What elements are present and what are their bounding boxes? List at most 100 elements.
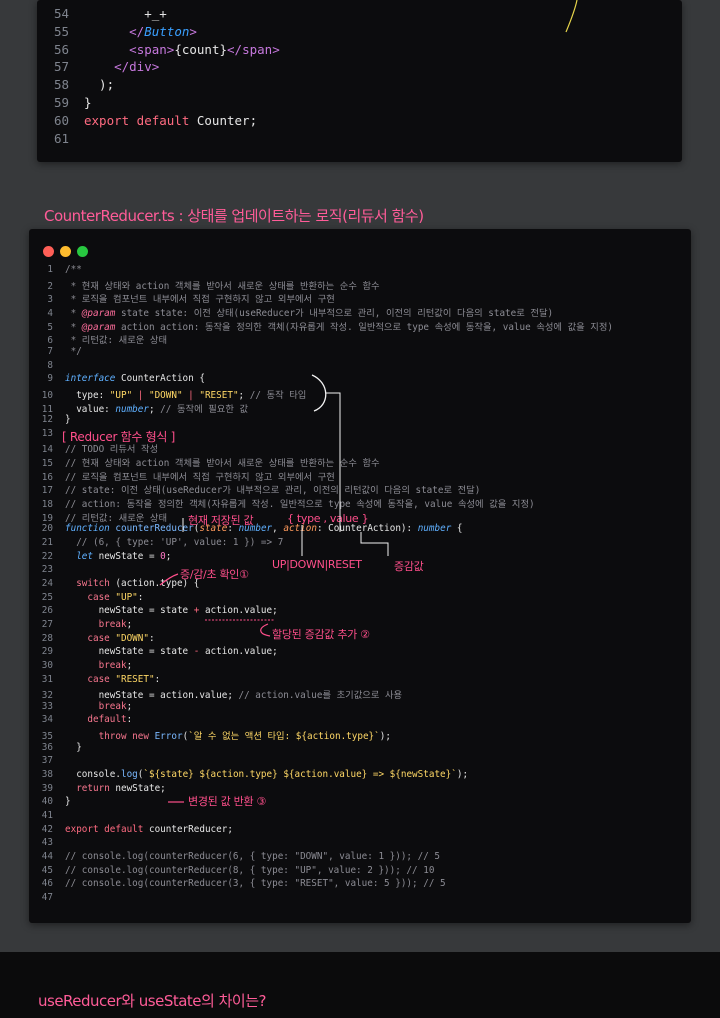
line-number: 10 <box>41 389 53 401</box>
code-token: > <box>272 41 280 57</box>
main-code-line-13: 13 <box>29 428 65 439</box>
code-token: * <box>65 307 82 319</box>
main-code-line-42: 42 export default counterReducer; <box>29 824 233 835</box>
code-token: newState = action.value; <box>65 690 239 702</box>
code-token: // 로직을 컴포넌트 내부에서 직접 구현하지 않고 외부에서 구현 <box>65 471 335 483</box>
code-token: } <box>65 741 82 753</box>
code-token: value: <box>65 403 116 415</box>
code-token: ; <box>126 618 133 630</box>
main-code-line-16: 16 // 로직을 컴포넌트 내부에서 직접 구현하지 않고 외부에서 구현 <box>29 469 335 483</box>
code-token: /** <box>65 264 82 275</box>
code-token: ; <box>165 550 172 562</box>
line-number: 2 <box>47 280 53 292</box>
annotation-check-type: 증/감/초 확인① <box>180 568 249 581</box>
code-token: +_+ <box>144 6 167 21</box>
line-number: 43 <box>41 837 53 849</box>
main-code-line-7: 7 */ <box>29 345 82 357</box>
main-code-line-41: 41 <box>29 810 65 821</box>
code-token: newState; <box>109 782 166 794</box>
main-code-line-46: 46 // console.log(counterReducer(3, { typ… <box>29 878 446 889</box>
top-code-line-56: 56 <span>{count}</span> <box>37 42 280 57</box>
code-token: ); <box>456 769 469 781</box>
code-token: export default <box>84 112 190 128</box>
main-code-line-35: 35 throw new Error(`알 수 없는 액션 타입: ${acti… <box>29 728 391 742</box>
code-token: // 동작 타입 <box>249 389 307 401</box>
line-number: 18 <box>41 499 53 511</box>
line-number: 23 <box>41 564 53 576</box>
code-token: </ <box>84 59 130 75</box>
line-number: 9 <box>47 373 53 385</box>
line-number: 24 <box>41 577 53 589</box>
code-token: number <box>417 523 452 535</box>
code-token: number <box>115 403 149 415</box>
line-number: 13 <box>41 427 53 439</box>
code-token: span <box>136 41 167 57</box>
bottom-note: useReducer와 useState의 차이는? <box>38 992 266 1010</box>
code-token: // console.log(counterReducer(3, { type:… <box>65 878 446 890</box>
line-number: 47 <box>41 891 53 903</box>
line-number: 19 <box>41 512 53 524</box>
code-token: ; <box>238 389 250 401</box>
main-code-line-8: 8 <box>29 360 65 371</box>
code-token: newState = state <box>65 605 194 617</box>
line-number: 61 <box>53 130 69 146</box>
code-token: } <box>65 414 71 426</box>
code-token: break <box>98 659 127 671</box>
line-number: 56 <box>53 41 69 57</box>
line-number: 35 <box>41 731 53 743</box>
code-token: * 로직을 컴포넌트 내부에서 직접 구현하지 않고 외부에서 구현 <box>65 294 335 306</box>
code-token: */ <box>65 345 82 357</box>
line-number: 55 <box>53 23 69 39</box>
code-token: counterReducer <box>109 523 194 535</box>
line-number: 33 <box>41 700 53 712</box>
main-code-line-23: 23 <box>29 564 65 575</box>
code-token: : <box>137 591 144 603</box>
code-token: > <box>151 59 160 75</box>
code-token: * 리턴값: 새로운 상태 <box>65 335 168 347</box>
code-token: action.value; <box>199 605 278 617</box>
annotation-type-value: { type , value } <box>287 512 369 525</box>
code-token: // console.log(counterReducer(8, { type:… <box>65 864 435 876</box>
maximize-window-dot[interactable] <box>77 246 88 257</box>
line-number: 30 <box>41 659 53 671</box>
line-number: 39 <box>41 782 53 794</box>
code-token: ); <box>379 731 391 743</box>
code-token: interface <box>65 373 116 385</box>
code-token: ; <box>126 700 133 712</box>
line-number: 54 <box>53 6 69 21</box>
code-panel-top: 54 +_+ 55 </Button> 56 <span>{count}</span… <box>37 0 682 162</box>
main-code-line-15: 15 // 현재 상태와 action 객체를 받아서 새로운 상태를 반환하는 … <box>29 455 380 469</box>
main-code-line-21: 21 // (6, { type: 'UP', value: 1 }) => 7 <box>29 537 284 548</box>
code-token: @param <box>81 307 116 319</box>
main-code-line-5: 5 * @param action action: 동작을 정의한 객체(자유롭… <box>29 319 613 333</box>
code-token: "RESET" <box>115 673 155 685</box>
code-token: : <box>126 714 133 726</box>
annotation-reducer-format: [ Reducer 함수 형식 ] <box>62 430 175 444</box>
annotation-up-down-reset: UP|DOWN|RESET <box>272 558 362 571</box>
code-token: // 리턴값: 새로운 상태 <box>65 512 168 524</box>
annotation-amount: 증감값 <box>394 560 424 573</box>
code-token: span <box>242 41 273 57</box>
line-number: 38 <box>41 769 53 781</box>
minimize-window-dot[interactable] <box>60 246 71 257</box>
code-token: `${state} ${action.type} ${action.value}… <box>143 769 457 781</box>
code-token: Counter; <box>189 112 258 128</box>
code-token: let <box>76 550 93 562</box>
main-code-line-12: 12} <box>29 414 71 425</box>
line-number: 31 <box>41 673 53 685</box>
main-code-line-3: 3 * 로직을 컴포넌트 내부에서 직접 구현하지 않고 외부에서 구현 <box>29 291 335 306</box>
code-token: case <box>87 632 110 644</box>
line-number: 8 <box>47 359 53 371</box>
main-code-line-30: 30 break; <box>29 660 132 671</box>
main-code-line-43: 43 <box>29 837 65 848</box>
line-number: 3 <box>47 294 53 306</box>
close-window-dot[interactable] <box>43 246 54 257</box>
code-token: : <box>154 673 161 685</box>
line-number: 16 <box>41 471 53 483</box>
